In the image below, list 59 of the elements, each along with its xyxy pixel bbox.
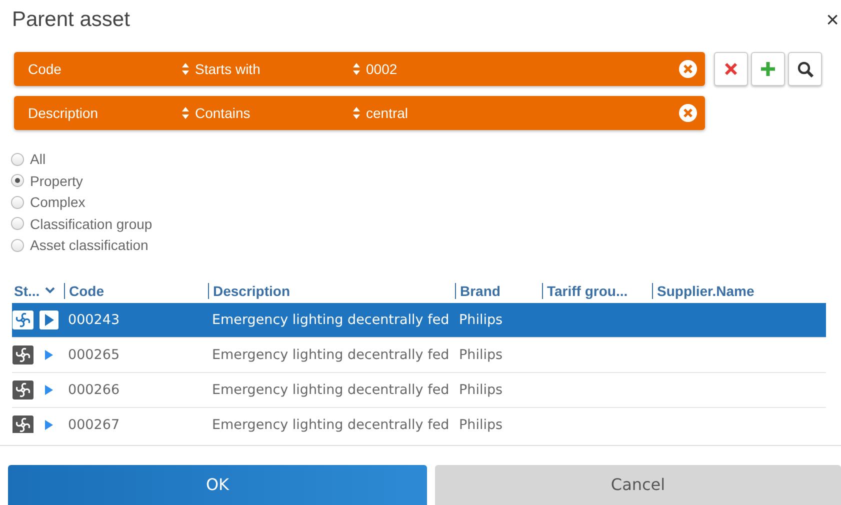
- sort-icon: [182, 63, 189, 75]
- radio-button[interactable]: [11, 217, 24, 230]
- chevron-down-icon[interactable]: [44, 287, 55, 294]
- fan-icon: [12, 344, 34, 364]
- close-button[interactable]: ×: [826, 9, 839, 31]
- column-header[interactable]: Supplier.Name: [657, 282, 754, 298]
- cancel-button[interactable]: Cancel: [435, 464, 841, 504]
- filter-field[interactable]: Code: [14, 61, 182, 77]
- search-icon: [796, 60, 814, 78]
- sort-icon: [353, 107, 360, 119]
- table-cell-text: Philips: [458, 416, 504, 432]
- table-cell-text: Emergency lighting decentrally fed: [211, 382, 450, 398]
- table-row[interactable]: 000267 Emergency lighting decentrally fed Philips: [12, 408, 826, 432]
- table-cell-text: 000266: [67, 382, 121, 398]
- filter-field[interactable]: Description: [14, 105, 182, 121]
- sort-icon: [182, 107, 189, 119]
- table-cell-text: Emergency lighting decentrally fed: [211, 416, 450, 432]
- table-cell-text: Philips: [458, 346, 504, 362]
- fan-icon: [12, 380, 34, 400]
- table-cell-text: Emergency lighting decentrally fed: [211, 312, 450, 328]
- column-header[interactable]: Description: [213, 282, 290, 298]
- play-icon[interactable]: [39, 310, 59, 330]
- table-cell-text: 000267: [67, 416, 121, 432]
- fan-icon: [12, 414, 34, 432]
- clear-icon[interactable]: [679, 104, 697, 122]
- radio-label: Complex: [30, 194, 86, 210]
- filter-value[interactable]: central: [366, 105, 679, 121]
- radio-button[interactable]: [11, 174, 24, 188]
- column-header[interactable]: St...: [14, 282, 40, 298]
- radio-label: Asset classification: [30, 237, 148, 254]
- sort-icon: [353, 63, 360, 75]
- clear-icon[interactable]: [679, 60, 697, 78]
- column-header[interactable]: Code: [69, 282, 104, 298]
- radio-button[interactable]: [11, 238, 24, 252]
- filter-value[interactable]: 0002: [366, 61, 679, 77]
- radio-label: Classification group: [30, 216, 152, 232]
- table-cell-text: 000265: [67, 346, 121, 362]
- filter-operator[interactable]: Contains: [195, 105, 353, 121]
- radio-label: Property: [30, 172, 83, 189]
- column-header[interactable]: Tariff grou...: [547, 282, 628, 298]
- table-cell-text: Philips: [458, 312, 504, 328]
- table-cell-text: 000243: [67, 312, 121, 328]
- radio-label: All: [30, 151, 46, 168]
- fan-icon: [12, 310, 34, 330]
- table-row[interactable]: 000266 Emergency lighting decentrally fed Philips: [12, 372, 826, 408]
- dialog-title: Parent asset: [12, 8, 130, 32]
- column-header[interactable]: Brand: [460, 282, 500, 298]
- filter-operator[interactable]: Starts with: [195, 61, 353, 77]
- clear-button[interactable]: [714, 52, 748, 86]
- table-row[interactable]: 000243 Emergency lighting decentrally fed Philips: [12, 302, 826, 338]
- plus-icon: [760, 61, 776, 77]
- x-icon: [723, 61, 739, 77]
- table-cell-text: Emergency lighting decentrally fed: [211, 346, 450, 362]
- table-cell-text: Philips: [458, 382, 504, 398]
- ok-button[interactable]: OK: [8, 464, 427, 504]
- radio-button[interactable]: [11, 152, 24, 166]
- search-button[interactable]: [788, 52, 822, 86]
- radio-button[interactable]: [11, 196, 24, 209]
- table-row[interactable]: 000265 Emergency lighting decentrally fed Philips: [12, 338, 826, 372]
